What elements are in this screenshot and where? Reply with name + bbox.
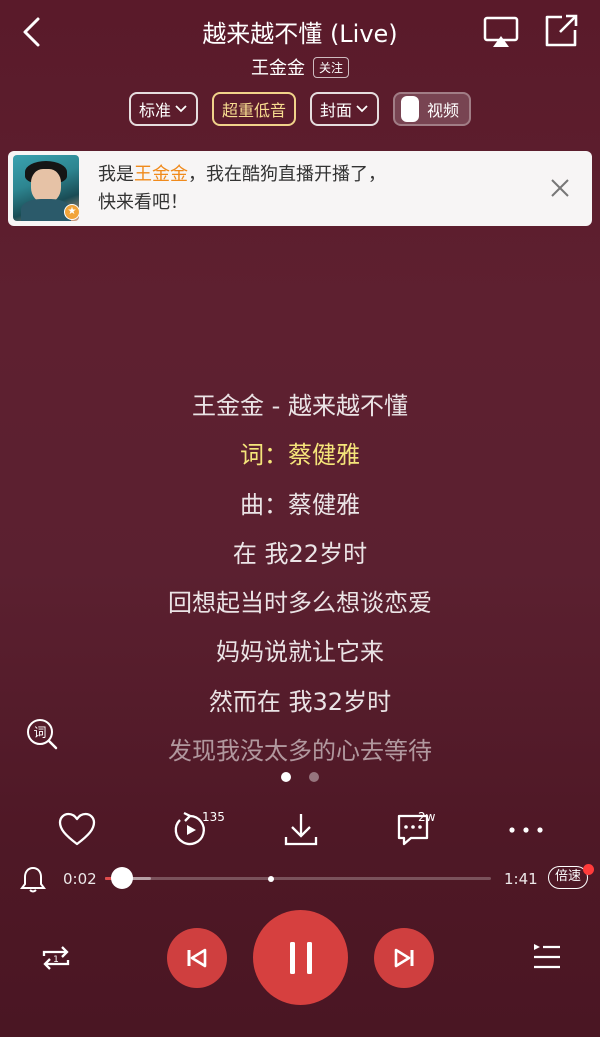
quality-label: 标准 xyxy=(138,101,171,120)
climax-marker xyxy=(267,875,274,882)
skip-next-icon xyxy=(394,948,414,968)
lyric-search-icon[interactable]: 词 xyxy=(26,718,58,750)
sound-effect-button[interactable]: 超重低音 xyxy=(211,92,296,126)
banner-message: 我是王金金，我在酷狗直播开播了， 快来看吧！ xyxy=(98,164,386,213)
next-button[interactable] xyxy=(374,928,434,988)
cover-label: 封面 xyxy=(320,101,353,120)
video-toggle-button[interactable]: 视频 xyxy=(393,92,472,126)
lyric-line: 王金金 - 越来越不懂 xyxy=(192,392,408,420)
skip-previous-icon xyxy=(187,948,207,968)
page-indicator xyxy=(0,772,600,782)
star-badge-icon: ★ xyxy=(64,204,79,220)
bell-icon[interactable] xyxy=(20,865,46,893)
playlist-icon[interactable] xyxy=(532,942,562,972)
cover-selector[interactable]: 封面 xyxy=(310,92,380,126)
quality-selector[interactable]: 标准 xyxy=(128,92,198,126)
playback-speed-button[interactable]: 倍速 xyxy=(548,866,588,889)
pause-icon xyxy=(289,941,312,974)
share-icon[interactable] xyxy=(542,12,580,50)
page-dot-active xyxy=(281,772,291,782)
close-icon[interactable] xyxy=(548,176,572,200)
pause-button[interactable] xyxy=(253,910,348,1005)
artist-name[interactable]: 王金金 xyxy=(251,54,305,80)
chevron-down-icon xyxy=(356,105,368,113)
more-icon[interactable] xyxy=(506,810,546,850)
page-dot xyxy=(309,772,319,782)
comment-button[interactable]: 2w xyxy=(395,810,445,850)
new-indicator-dot xyxy=(583,864,594,875)
chevron-down-icon xyxy=(175,105,187,113)
heart-icon[interactable] xyxy=(57,810,97,850)
lyric-line: 妈妈说就让它来 xyxy=(216,638,384,667)
progress-track[interactable] xyxy=(105,875,491,882)
sound-effect-label: 超重低音 xyxy=(221,101,286,120)
current-time: 0:02 xyxy=(63,870,97,888)
repeat-one-icon[interactable]: 1 xyxy=(38,942,74,974)
svg-text:1: 1 xyxy=(53,955,59,965)
replay-button[interactable]: 135 xyxy=(170,810,230,850)
download-icon[interactable] xyxy=(281,810,321,850)
lyric-line: 然而在 我32岁时 xyxy=(208,687,392,716)
video-toggle-switch xyxy=(401,96,420,122)
previous-button[interactable] xyxy=(167,928,227,988)
svg-text:词: 词 xyxy=(33,726,46,741)
progress-knob[interactable] xyxy=(111,867,134,889)
replay-count: 135 xyxy=(202,810,225,824)
audio-options-bar: 标准 超重低音 封面 视频 xyxy=(0,92,600,126)
banner-artist-name: 王金金 xyxy=(134,164,188,185)
artist-row: 王金金 关注 xyxy=(0,54,600,80)
comment-count: 2w xyxy=(418,810,436,824)
follow-button[interactable]: 关注 xyxy=(312,56,349,78)
lyric-line-active: 词：蔡健雅 xyxy=(240,441,360,470)
live-stream-banner[interactable]: ★ 我是王金金，我在酷狗直播开播了， 快来看吧！ xyxy=(8,151,592,226)
artist-avatar: ★ xyxy=(13,155,79,221)
lyric-line: 在 我22岁时 xyxy=(232,539,368,568)
lyric-line: 回想起当时多么想谈恋爱 xyxy=(168,589,432,618)
cast-screen-icon[interactable] xyxy=(482,14,520,50)
lyric-line: 曲：蔡健雅 xyxy=(240,490,360,519)
lyrics-panel[interactable]: 王金金 - 越来越不懂 词：蔡健雅 曲：蔡健雅 在 我22岁时 回想起当时多么想… xyxy=(0,388,600,782)
total-time: 1:41 xyxy=(504,870,538,888)
video-label: 视频 xyxy=(427,101,460,120)
